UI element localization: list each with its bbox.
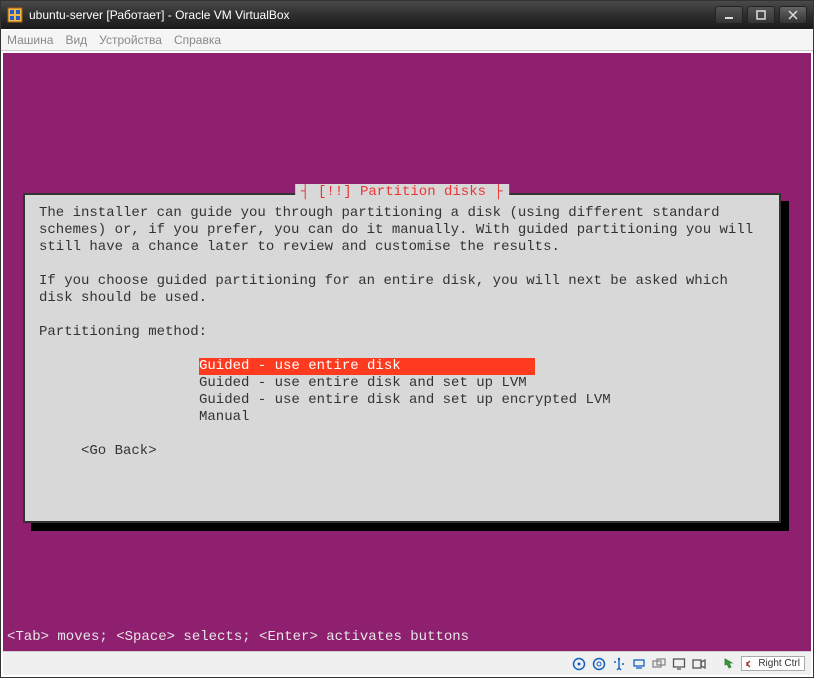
- dialog-paragraph-2: If you choose guided partitioning for an…: [39, 273, 765, 307]
- option-guided-lvm[interactable]: Guided - use entire disk and set up LVM: [199, 375, 765, 392]
- host-key-indicator[interactable]: Right Ctrl: [741, 656, 805, 671]
- display-icon[interactable]: [671, 656, 687, 672]
- go-back-button[interactable]: <Go Back>: [81, 443, 765, 460]
- usb-icon[interactable]: [611, 656, 627, 672]
- shared-folders-icon[interactable]: [651, 656, 667, 672]
- minimize-button[interactable]: [715, 6, 743, 24]
- hard-disk-icon[interactable]: [571, 656, 587, 672]
- app-icon: [7, 7, 23, 23]
- menubar: Машина Вид Устройства Справка: [1, 29, 813, 51]
- partition-method-list: Guided - use entire disk Guided - use en…: [199, 358, 765, 426]
- vm-display-area: ┤ [!!] Partition disks ├ The installer c…: [1, 51, 813, 677]
- menu-devices[interactable]: Устройства: [99, 33, 162, 47]
- window-title: ubuntu-server [Работает] - Oracle VM Vir…: [29, 8, 715, 22]
- network-icon[interactable]: [631, 656, 647, 672]
- optical-disk-icon[interactable]: [591, 656, 607, 672]
- footer-hint: <Tab> moves; <Space> selects; <Enter> ac…: [7, 629, 469, 645]
- mouse-integration-icon[interactable]: [721, 656, 737, 672]
- statusbar: Right Ctrl: [3, 651, 811, 675]
- menu-machine[interactable]: Машина: [7, 33, 53, 47]
- dialog-prompt: Partitioning method:: [39, 324, 765, 341]
- dialog-title: ┤ [!!] Partition disks ├: [295, 184, 509, 201]
- vm-window: ubuntu-server [Работает] - Oracle VM Vir…: [0, 0, 814, 678]
- window-controls: [715, 6, 807, 24]
- dialog-paragraph-1: The installer can guide you through part…: [39, 205, 765, 256]
- titlebar[interactable]: ubuntu-server [Работает] - Oracle VM Vir…: [1, 1, 813, 29]
- menu-view[interactable]: Вид: [65, 33, 87, 47]
- menu-help[interactable]: Справка: [174, 33, 221, 47]
- recording-icon[interactable]: [691, 656, 707, 672]
- host-key-label: Right Ctrl: [758, 658, 800, 669]
- option-guided-entire-disk[interactable]: Guided - use entire disk: [199, 358, 535, 375]
- close-button[interactable]: [779, 6, 807, 24]
- option-guided-encrypted-lvm[interactable]: Guided - use entire disk and set up encr…: [199, 392, 765, 409]
- partition-dialog: ┤ [!!] Partition disks ├ The installer c…: [23, 193, 781, 523]
- maximize-button[interactable]: [747, 6, 775, 24]
- option-manual[interactable]: Manual: [199, 409, 765, 426]
- guest-console[interactable]: ┤ [!!] Partition disks ├ The installer c…: [3, 53, 811, 651]
